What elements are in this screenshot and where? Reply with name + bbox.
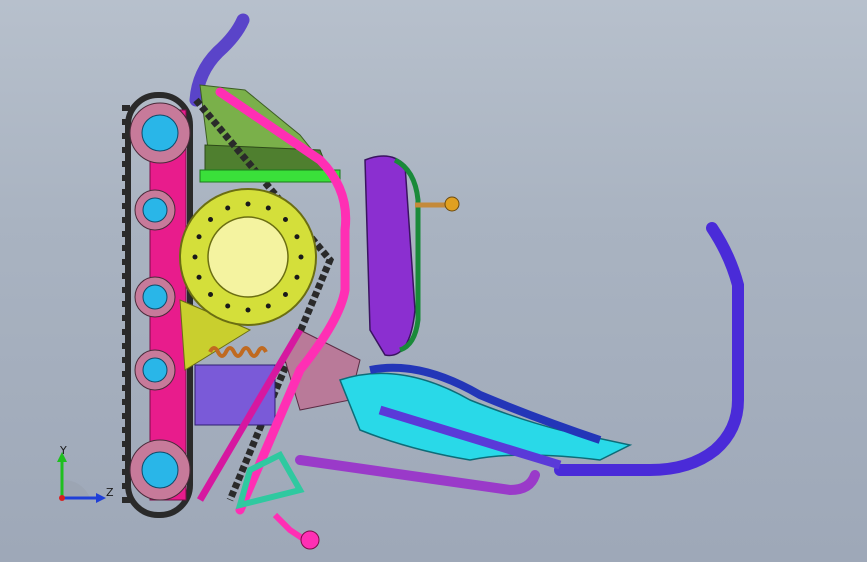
track-tooth	[122, 329, 130, 335]
track-tooth	[122, 371, 130, 377]
wheel-hub	[142, 357, 168, 383]
ski-board	[339, 372, 633, 461]
seat-cushion	[364, 155, 416, 357]
track-tooth	[122, 413, 130, 419]
drum-bolt	[294, 234, 300, 240]
track-tooth	[122, 483, 130, 489]
cross-tube	[199, 169, 341, 183]
track-tooth	[122, 441, 130, 447]
track-tooth	[122, 385, 130, 391]
track-tooth	[122, 133, 130, 139]
track-tooth	[122, 189, 130, 195]
drum-bolt	[208, 291, 214, 297]
drum-bolt	[282, 291, 288, 297]
track-tooth	[122, 259, 130, 265]
track-teeth	[122, 105, 130, 503]
track-tooth	[122, 301, 130, 307]
wheel-hub	[142, 197, 168, 223]
drum-bolt	[225, 205, 231, 211]
track-tooth	[122, 217, 130, 223]
drum-bolt	[294, 274, 300, 280]
drum-bolt	[196, 234, 202, 240]
wheel-hub	[141, 451, 179, 489]
bottom-ball	[300, 530, 320, 550]
track-tooth	[122, 161, 130, 167]
bottom-pipe	[272, 512, 307, 543]
track-tooth	[122, 455, 130, 461]
drum-bolt	[245, 201, 251, 207]
coordinate-triad: Y Z	[57, 444, 114, 503]
drum-bolt	[282, 217, 288, 223]
track-tooth	[122, 287, 130, 293]
track-tooth	[122, 245, 130, 251]
track-tooth	[122, 147, 130, 153]
track-tooth	[122, 231, 130, 237]
track-tooth	[122, 203, 130, 209]
drum-bolt	[225, 303, 231, 309]
z-axis-arrow	[96, 493, 106, 503]
track-tooth	[122, 399, 130, 405]
track-tooth	[122, 175, 130, 181]
drum-bolt	[196, 274, 202, 280]
track-tooth	[122, 343, 130, 349]
drum-bolt	[298, 254, 304, 260]
knob-ball	[444, 196, 460, 212]
track-tooth	[122, 357, 130, 363]
y-axis-label: Y	[59, 444, 67, 457]
cad-model[interactable]	[0, 0, 867, 562]
drum-bolt	[208, 217, 214, 223]
drum-bolt	[265, 303, 271, 309]
track-tooth	[122, 497, 130, 503]
z-axis-label: Z	[106, 486, 114, 499]
track-tooth	[122, 427, 130, 433]
triad-base	[62, 479, 90, 498]
track-tooth	[122, 119, 130, 125]
drum-bolt	[265, 205, 271, 211]
suspension-spring	[208, 346, 268, 358]
drum-bolt	[192, 254, 198, 260]
drum-bolt	[245, 307, 251, 313]
track-tooth	[122, 469, 130, 475]
footrest-tube	[295, 455, 540, 496]
wheel-hub	[142, 284, 168, 310]
track-tooth	[122, 315, 130, 321]
track-tooth	[122, 105, 130, 111]
track-tooth	[122, 273, 130, 279]
3d-viewport[interactable]: Y Z	[0, 0, 867, 562]
wheel-hub	[141, 114, 179, 152]
drive-drum-hub	[207, 216, 289, 298]
x-axis-dot	[59, 495, 65, 501]
